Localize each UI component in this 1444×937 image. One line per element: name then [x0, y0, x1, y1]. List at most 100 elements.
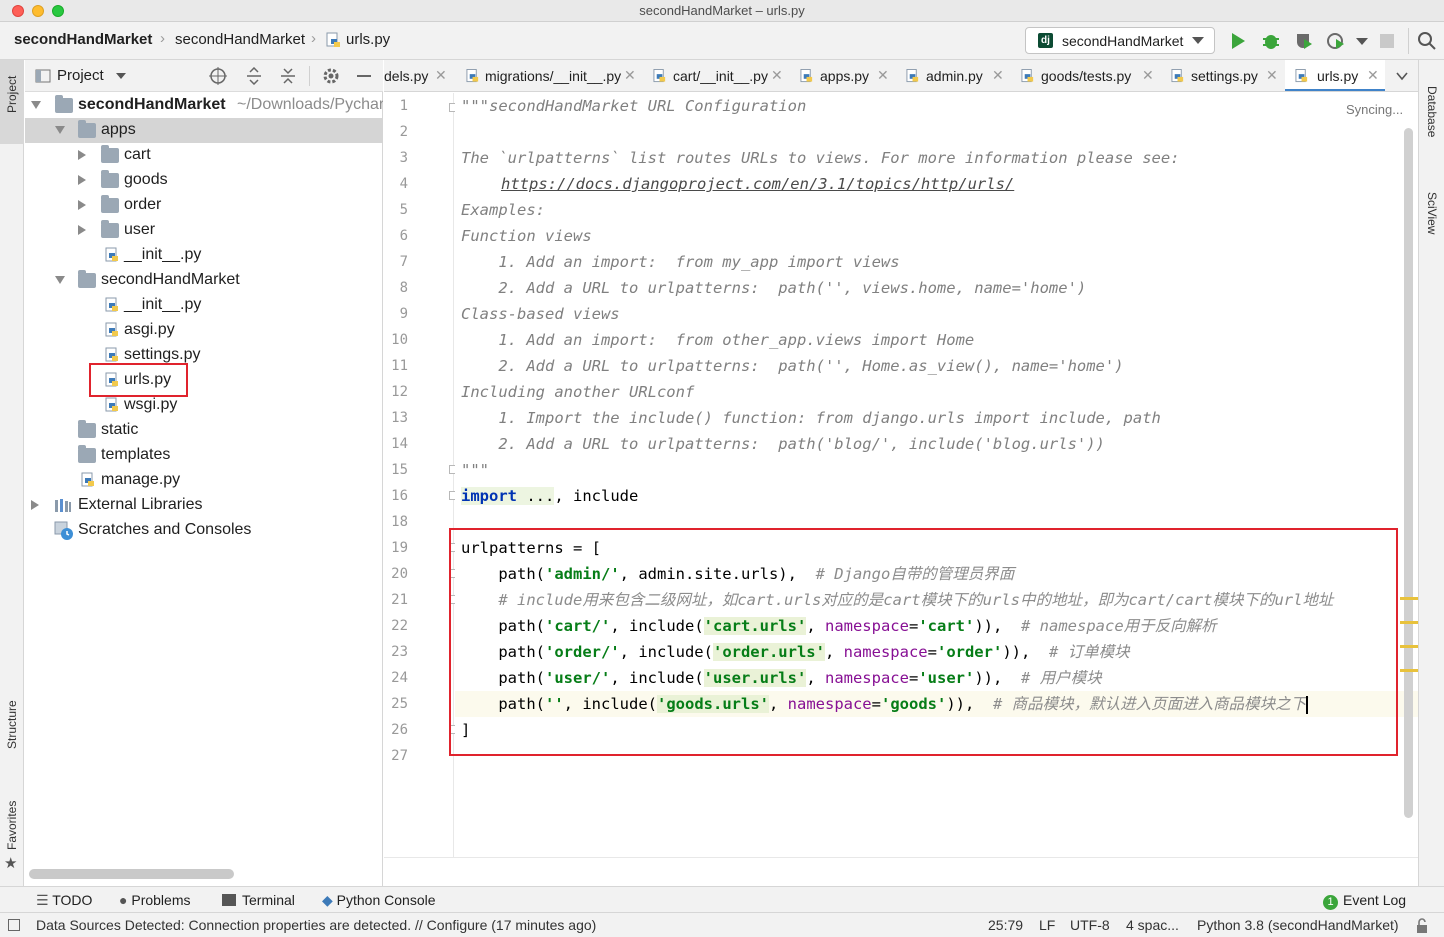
tab-models[interactable]: dels.py ✕: [384, 60, 454, 91]
database-tool-tab[interactable]: Database: [1423, 70, 1443, 150]
todo-tool-button[interactable]: ☰ TODO: [36, 892, 92, 909]
chevron-right-icon[interactable]: [31, 500, 39, 510]
chevron-right-icon[interactable]: [78, 150, 86, 160]
tab-goods-tests[interactable]: goods/tests.py ✕: [1011, 60, 1161, 91]
chevron-right-icon[interactable]: [78, 225, 86, 235]
error-stripe-mark[interactable]: [1400, 621, 1418, 624]
close-icon[interactable]: ✕: [435, 67, 447, 84]
close-icon[interactable]: ✕: [624, 67, 636, 84]
tree-item-wsgi[interactable]: wsgi.py: [25, 393, 383, 418]
code-token: , include: [554, 487, 639, 505]
status-panel-icon[interactable]: [8, 919, 20, 931]
tree-item-cart[interactable]: cart: [25, 143, 383, 168]
tree-item-settings[interactable]: settings.py: [25, 343, 383, 368]
python-interpreter[interactable]: Python 3.8 (secondHandMarket): [1197, 917, 1399, 933]
locate-icon[interactable]: [209, 67, 227, 85]
breadcrumb-file[interactable]: urls.py: [346, 31, 390, 48]
run-configuration-select[interactable]: dj secondHandMarket: [1025, 27, 1215, 54]
line-separator[interactable]: LF: [1039, 917, 1055, 933]
tab-admin[interactable]: admin.py ✕: [896, 60, 1011, 91]
sciview-tool-tab[interactable]: SciView: [1423, 176, 1443, 256]
tab-apps[interactable]: apps.py ✕: [790, 60, 896, 91]
python-file-icon: [906, 69, 919, 83]
close-icon[interactable]: ✕: [771, 67, 783, 84]
terminal-tool-button[interactable]: Terminal: [222, 892, 295, 908]
chevron-down-icon[interactable]: [1394, 68, 1410, 84]
tree-item-label: order: [124, 196, 162, 213]
python-console-tool-button[interactable]: ◆ Python Console: [322, 892, 436, 909]
docs-link[interactable]: https://docs.djangoproject.com/en/3.1/to…: [501, 175, 1014, 193]
error-stripe-mark[interactable]: [1400, 669, 1418, 672]
tab-label: settings.py: [1191, 68, 1258, 84]
chevron-down-icon[interactable]: [31, 101, 41, 109]
close-icon[interactable]: ✕: [1367, 67, 1379, 84]
tree-item-scratches[interactable]: Scratches and Consoles: [25, 518, 383, 543]
code-token: path(: [461, 695, 545, 713]
folded-imports[interactable]: ...: [517, 487, 555, 505]
run-with-coverage-icon[interactable]: [1294, 31, 1314, 51]
chevron-right-icon[interactable]: [78, 200, 86, 210]
python-file-icon: [1295, 69, 1308, 83]
tree-item-apps-init[interactable]: __init__.py: [25, 243, 383, 268]
collapse-all-icon[interactable]: [279, 67, 297, 85]
horizontal-scrollbar[interactable]: [29, 869, 234, 879]
tree-item-urls[interactable]: urls.py: [25, 368, 383, 393]
tree-item-root[interactable]: secondHandMarket ~/Downloads/Pycharm: [25, 93, 383, 118]
breadcrumb-separator: ›: [160, 30, 165, 47]
stop-icon[interactable]: [1377, 31, 1397, 51]
error-stripe-mark[interactable]: [1400, 597, 1418, 600]
run-configuration-label: secondHandMarket: [1062, 33, 1184, 49]
structure-tool-tab[interactable]: Structure: [0, 685, 24, 775]
project-tool-tab[interactable]: Project: [0, 60, 24, 144]
favorites-tool-tab[interactable]: Favorites ★: [0, 790, 24, 880]
tree-item-external-libraries[interactable]: External Libraries: [25, 493, 383, 518]
expand-all-icon[interactable]: [245, 67, 263, 85]
code-line: path('', include('goods.urls', namespace…: [461, 691, 1309, 717]
gear-icon[interactable]: [322, 67, 340, 85]
problems-label: Problems: [131, 892, 191, 908]
search-icon[interactable]: [1417, 31, 1437, 51]
tree-item-apps[interactable]: apps: [25, 118, 383, 143]
tree-item-templates[interactable]: templates: [25, 443, 383, 468]
chevron-down-icon[interactable]: [55, 276, 65, 284]
tab-urls[interactable]: urls.py ✕: [1285, 60, 1385, 91]
breadcrumb-package[interactable]: secondHandMarket: [175, 31, 305, 48]
close-icon[interactable]: ✕: [992, 67, 1004, 84]
code-editor[interactable]: """secondHandMarket URL Configuration Th…: [455, 93, 1418, 857]
file-encoding[interactable]: UTF-8: [1070, 917, 1110, 933]
close-icon[interactable]: ✕: [1142, 67, 1154, 84]
problems-tool-button[interactable]: ● Problems: [119, 892, 191, 908]
tree-item-user[interactable]: user: [25, 218, 383, 243]
line-number: 2: [399, 124, 408, 140]
caret-position[interactable]: 25:79: [988, 917, 1023, 933]
status-message[interactable]: Data Sources Detected: Connection proper…: [36, 917, 596, 933]
indent-setting[interactable]: 4 spac...: [1126, 917, 1179, 933]
chevron-down-icon[interactable]: [116, 73, 126, 79]
debug-icon[interactable]: [1261, 31, 1281, 51]
tree-item-secondhandmarket[interactable]: secondHandMarket: [25, 268, 383, 293]
chevron-down-icon[interactable]: [1352, 31, 1372, 51]
syncing-indicator: Syncing...: [1346, 102, 1404, 117]
tree-item-goods[interactable]: goods: [25, 168, 383, 193]
tree-item-init[interactable]: __init__.py: [25, 293, 383, 318]
tree-item-manage[interactable]: manage.py: [25, 468, 383, 493]
project-view-title[interactable]: Project: [57, 67, 104, 84]
tree-item-static[interactable]: static: [25, 418, 383, 443]
vertical-scrollbar[interactable]: [1404, 128, 1413, 818]
tab-settings[interactable]: settings.py ✕: [1161, 60, 1285, 91]
chevron-down-icon[interactable]: [55, 126, 65, 134]
close-icon[interactable]: ✕: [877, 67, 889, 84]
breadcrumb-project[interactable]: secondHandMarket: [14, 31, 152, 48]
run-icon[interactable]: [1228, 31, 1248, 51]
error-stripe-mark[interactable]: [1400, 645, 1418, 648]
hide-panel-icon[interactable]: [355, 67, 373, 85]
close-icon[interactable]: ✕: [1266, 67, 1278, 84]
event-log-button[interactable]: 1 Event Log: [1323, 892, 1406, 910]
tab-migrations-init[interactable]: migrations/__init__.py ✕: [454, 60, 643, 91]
profile-icon[interactable]: [1326, 31, 1346, 51]
chevron-right-icon[interactable]: [78, 175, 86, 185]
tree-item-asgi[interactable]: asgi.py: [25, 318, 383, 343]
tree-item-order[interactable]: order: [25, 193, 383, 218]
lock-icon[interactable]: [1414, 918, 1430, 934]
tab-cart-init[interactable]: cart/__init__.py ✕: [643, 60, 790, 91]
